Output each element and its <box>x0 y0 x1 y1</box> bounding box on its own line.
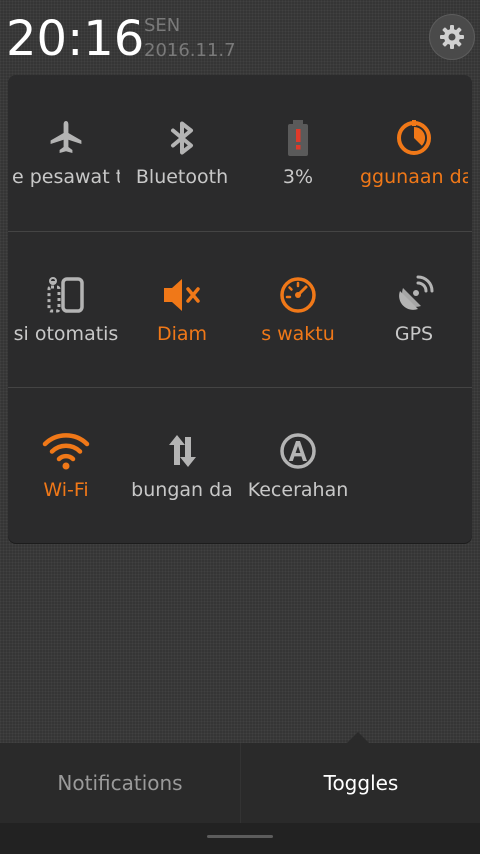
gps-icon <box>399 275 434 310</box>
speedometer-icon <box>280 277 316 313</box>
toggle-label: bungan da <box>131 479 233 501</box>
toggle-wifi[interactable]: Wi-Fi <box>8 388 124 543</box>
toggle-airplane-mode[interactable]: e pesawat t <box>8 75 124 230</box>
toggle-label: Bluetooth <box>135 166 229 188</box>
toggle-speed[interactable]: s waktu <box>240 232 356 387</box>
bluetooth-icon <box>171 121 193 155</box>
toggle-label: si otomatis <box>13 323 119 345</box>
toggle-auto-rotate[interactable]: si otomatis <box>8 232 124 387</box>
settings-button[interactable] <box>429 14 475 60</box>
bottom-tab-bar: Notifications Toggles <box>0 743 480 823</box>
airplane-icon <box>50 121 82 153</box>
toggle-data-usage[interactable]: ggunaan da <box>356 75 472 230</box>
toggle-label: 3% <box>282 166 314 188</box>
sync-icon <box>169 435 196 467</box>
tab-notifications[interactable]: Notifications <box>0 743 241 823</box>
auto-brightness-icon <box>280 433 316 469</box>
auto-rotate-icon <box>47 277 84 313</box>
date: 2016.11.7 <box>144 40 236 61</box>
toggle-brightness[interactable]: Kecerahan <box>240 388 356 543</box>
toggle-silent[interactable]: Diam <box>124 232 240 387</box>
toggle-row: si otomatis Diam s waktu GPS <box>8 232 472 387</box>
mute-icon <box>164 279 200 311</box>
toggle-battery[interactable]: 3% <box>240 75 356 230</box>
toggle-label: s waktu <box>261 323 335 345</box>
toggle-label: Wi-Fi <box>43 479 89 501</box>
toggle-sync[interactable]: bungan da <box>124 388 240 543</box>
toggle-row: Wi-Fi bungan da Kecerahan <box>8 388 472 543</box>
gear-icon <box>440 25 464 49</box>
toggle-label: e pesawat t <box>12 166 120 188</box>
toggle-label: Kecerahan <box>247 479 349 501</box>
clock: 20:16 <box>6 11 145 67</box>
day-of-week: SEN <box>144 15 181 36</box>
toggle-row: e pesawat t Bluetooth 3% ggunaan da <box>8 75 472 230</box>
drag-handle-area[interactable] <box>0 823 480 854</box>
toggle-bluetooth[interactable]: Bluetooth <box>124 75 240 230</box>
toggle-label: Diam <box>156 323 208 345</box>
battery-low-icon <box>288 120 308 156</box>
wifi-icon <box>42 433 90 470</box>
status-header: 20:16 SEN 2016.11.7 <box>0 0 480 72</box>
data-usage-icon <box>397 120 431 155</box>
tab-toggles[interactable]: Toggles <box>241 743 480 823</box>
toggle-gps[interactable]: GPS <box>356 232 472 387</box>
drag-handle[interactable] <box>207 835 273 838</box>
toggles-panel: e pesawat t Bluetooth 3% ggunaan da si o… <box>8 75 472 543</box>
toggle-label: ggunaan da <box>360 166 468 188</box>
toggle-label: GPS <box>394 323 434 345</box>
